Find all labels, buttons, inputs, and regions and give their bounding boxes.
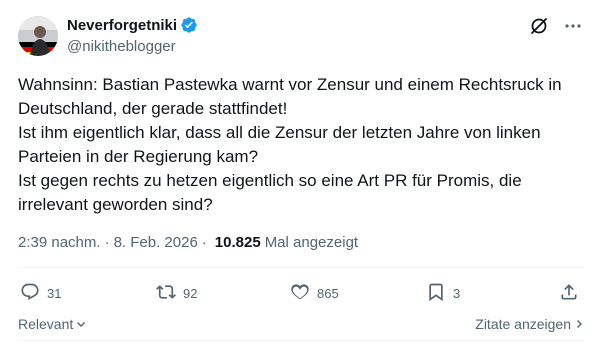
views-count: 10.825 (214, 233, 261, 251)
bookmark-icon (426, 282, 446, 305)
author-handle[interactable]: @nikitheblogger (67, 37, 198, 57)
repost-count: 92 (183, 285, 198, 301)
avatar[interactable] (18, 16, 58, 56)
verified-badge-icon (180, 16, 198, 34)
like-button[interactable]: 865 (290, 281, 339, 305)
post-text: Wahnsinn: Bastian Pastewka warnt vor Zen… (18, 73, 588, 217)
author-display-name[interactable]: Neverforgetniki (67, 17, 177, 34)
like-count: 865 (317, 285, 339, 301)
chevron-down-icon (76, 316, 86, 332)
reply-icon (20, 282, 40, 305)
post-time[interactable]: 2:39 nachm. (18, 234, 101, 251)
sort-label: Relevant (18, 316, 74, 332)
author-block: Neverforgetniki @nikitheblogger (67, 15, 198, 57)
heart-icon (290, 282, 310, 305)
divider (18, 340, 584, 341)
post-card: Neverforgetniki @nikitheblogger Wahnsinn… (0, 0, 601, 346)
reply-count: 31 (47, 285, 62, 301)
views-label: Mal angezeigt (264, 233, 359, 251)
more-icon[interactable] (563, 16, 583, 36)
post-date[interactable]: 8. Feb. 2026 (114, 234, 198, 251)
repost-icon (156, 282, 176, 305)
chevron-right-icon (574, 316, 584, 332)
separator-dot: · (201, 233, 207, 251)
share-button[interactable] (559, 281, 579, 305)
separator-dot: · (104, 233, 110, 251)
quotes-label: Zitate anzeigen (475, 316, 571, 332)
slash-circle-icon[interactable] (529, 16, 549, 36)
post-line: Ist gegen rechts zu hetzen eigentlich so… (18, 171, 522, 214)
post-line: Wahnsinn: Bastian Pastewka warnt vor Zen… (18, 75, 562, 118)
action-bar: 31 92 865 3 (18, 281, 584, 305)
share-icon (559, 282, 579, 305)
post-meta: 2:39 nachm. · 8. Feb. 2026 · 10.825 Mal … (18, 232, 358, 252)
post-line: Ist ihm eigentlich klar, dass all die Ze… (18, 123, 541, 166)
top-actions (529, 16, 583, 36)
reply-footer: Relevant Zitate anzeigen (18, 316, 584, 336)
sort-dropdown[interactable]: Relevant (18, 316, 86, 332)
divider (18, 267, 584, 268)
view-quotes-link[interactable]: Zitate anzeigen (475, 316, 584, 332)
repost-button[interactable]: 92 (156, 281, 197, 305)
bookmark-count: 3 (453, 285, 461, 301)
reply-button[interactable]: 31 (20, 281, 61, 305)
bookmark-button[interactable]: 3 (426, 281, 460, 305)
